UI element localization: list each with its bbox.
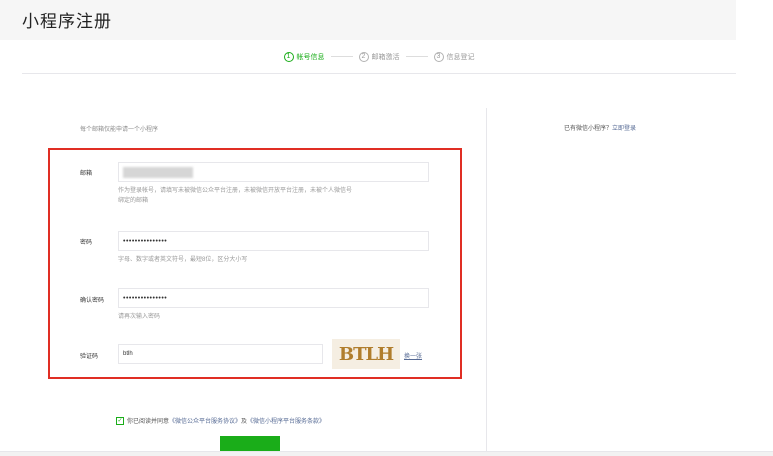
bottom-scrollbar — [0, 451, 773, 456]
captcha-label: 验证码 — [80, 354, 99, 360]
agreement-row: ✓ 你已阅读并同意 《微信公众平台服务协议》 及 《微信小程序平台服务条款》 — [116, 416, 325, 425]
registration-card: 1 帐号信息 2 邮箱激活 3 信息登记 每个邮箱仅能申请一个小程序 已有微信小… — [22, 40, 736, 456]
miniprogram-terms-link[interactable]: 《微信小程序平台服务条款》 — [247, 416, 325, 425]
captcha-input[interactable]: btlh — [118, 344, 323, 364]
password-label: 密码 — [80, 240, 93, 246]
password-field[interactable]: ••••••••••••••• — [118, 231, 429, 251]
step-separator — [405, 56, 428, 57]
step-number: 3 — [433, 51, 444, 62]
email-hint: 作为登录帐号，请填写未被微信公众平台注册，未被微信开放平台注册，未被个人微信号 … — [118, 186, 352, 206]
step-account-info: 1 帐号信息 — [283, 51, 325, 62]
password-hint: 字母、数字或者英文符号，最短8位，区分大小写 — [118, 257, 248, 263]
step-separator — [330, 56, 353, 57]
email-notice: 每个邮箱仅能申请一个小程序 — [80, 127, 159, 133]
step-number: 1 — [283, 51, 294, 62]
title-bar: 小程序注册 — [0, 0, 736, 40]
step-indicator: 1 帐号信息 2 邮箱激活 3 信息登记 — [22, 40, 736, 74]
agreement-prefix: 你已阅读并同意 — [127, 419, 170, 425]
email-hint-line1: 作为登录帐号，请填写未被微信公众平台注册，未被微信开放平台注册，未被个人微信号 — [118, 188, 353, 194]
step-label: 信息登记 — [446, 53, 475, 61]
email-field[interactable] — [118, 162, 429, 182]
email-hint-line2: 绑定的邮箱 — [118, 198, 149, 204]
step-email-activation: 2 邮箱激活 — [358, 51, 400, 62]
step-label: 帐号信息 — [296, 53, 325, 61]
step-info-registration: 3 信息登记 — [433, 51, 475, 62]
agreement-checkbox[interactable]: ✓ — [116, 416, 124, 425]
captcha-refresh-link[interactable]: 换一张 — [404, 351, 422, 360]
column-divider — [486, 108, 487, 456]
login-link[interactable]: 立即登录 — [612, 126, 636, 132]
step-label: 邮箱激活 — [371, 53, 400, 61]
captcha-image[interactable]: BTLH — [332, 339, 400, 369]
platform-agreement-link[interactable]: 《微信公众平台服务协议》 — [169, 416, 241, 425]
page-title: 小程序注册 — [22, 12, 112, 31]
step-number: 2 — [358, 51, 369, 62]
login-hint: 已有微信小程序？立即登录 — [564, 123, 636, 132]
confirm-password-field[interactable]: ••••••••••••••• — [118, 288, 429, 308]
confirm-password-label: 确认密码 — [80, 298, 105, 304]
email-label: 邮箱 — [80, 171, 93, 177]
login-hint-text: 已有微信小程序？ — [564, 126, 613, 132]
email-redacted-value — [123, 166, 193, 178]
confirm-password-hint: 请再次输入密码 — [118, 314, 161, 320]
